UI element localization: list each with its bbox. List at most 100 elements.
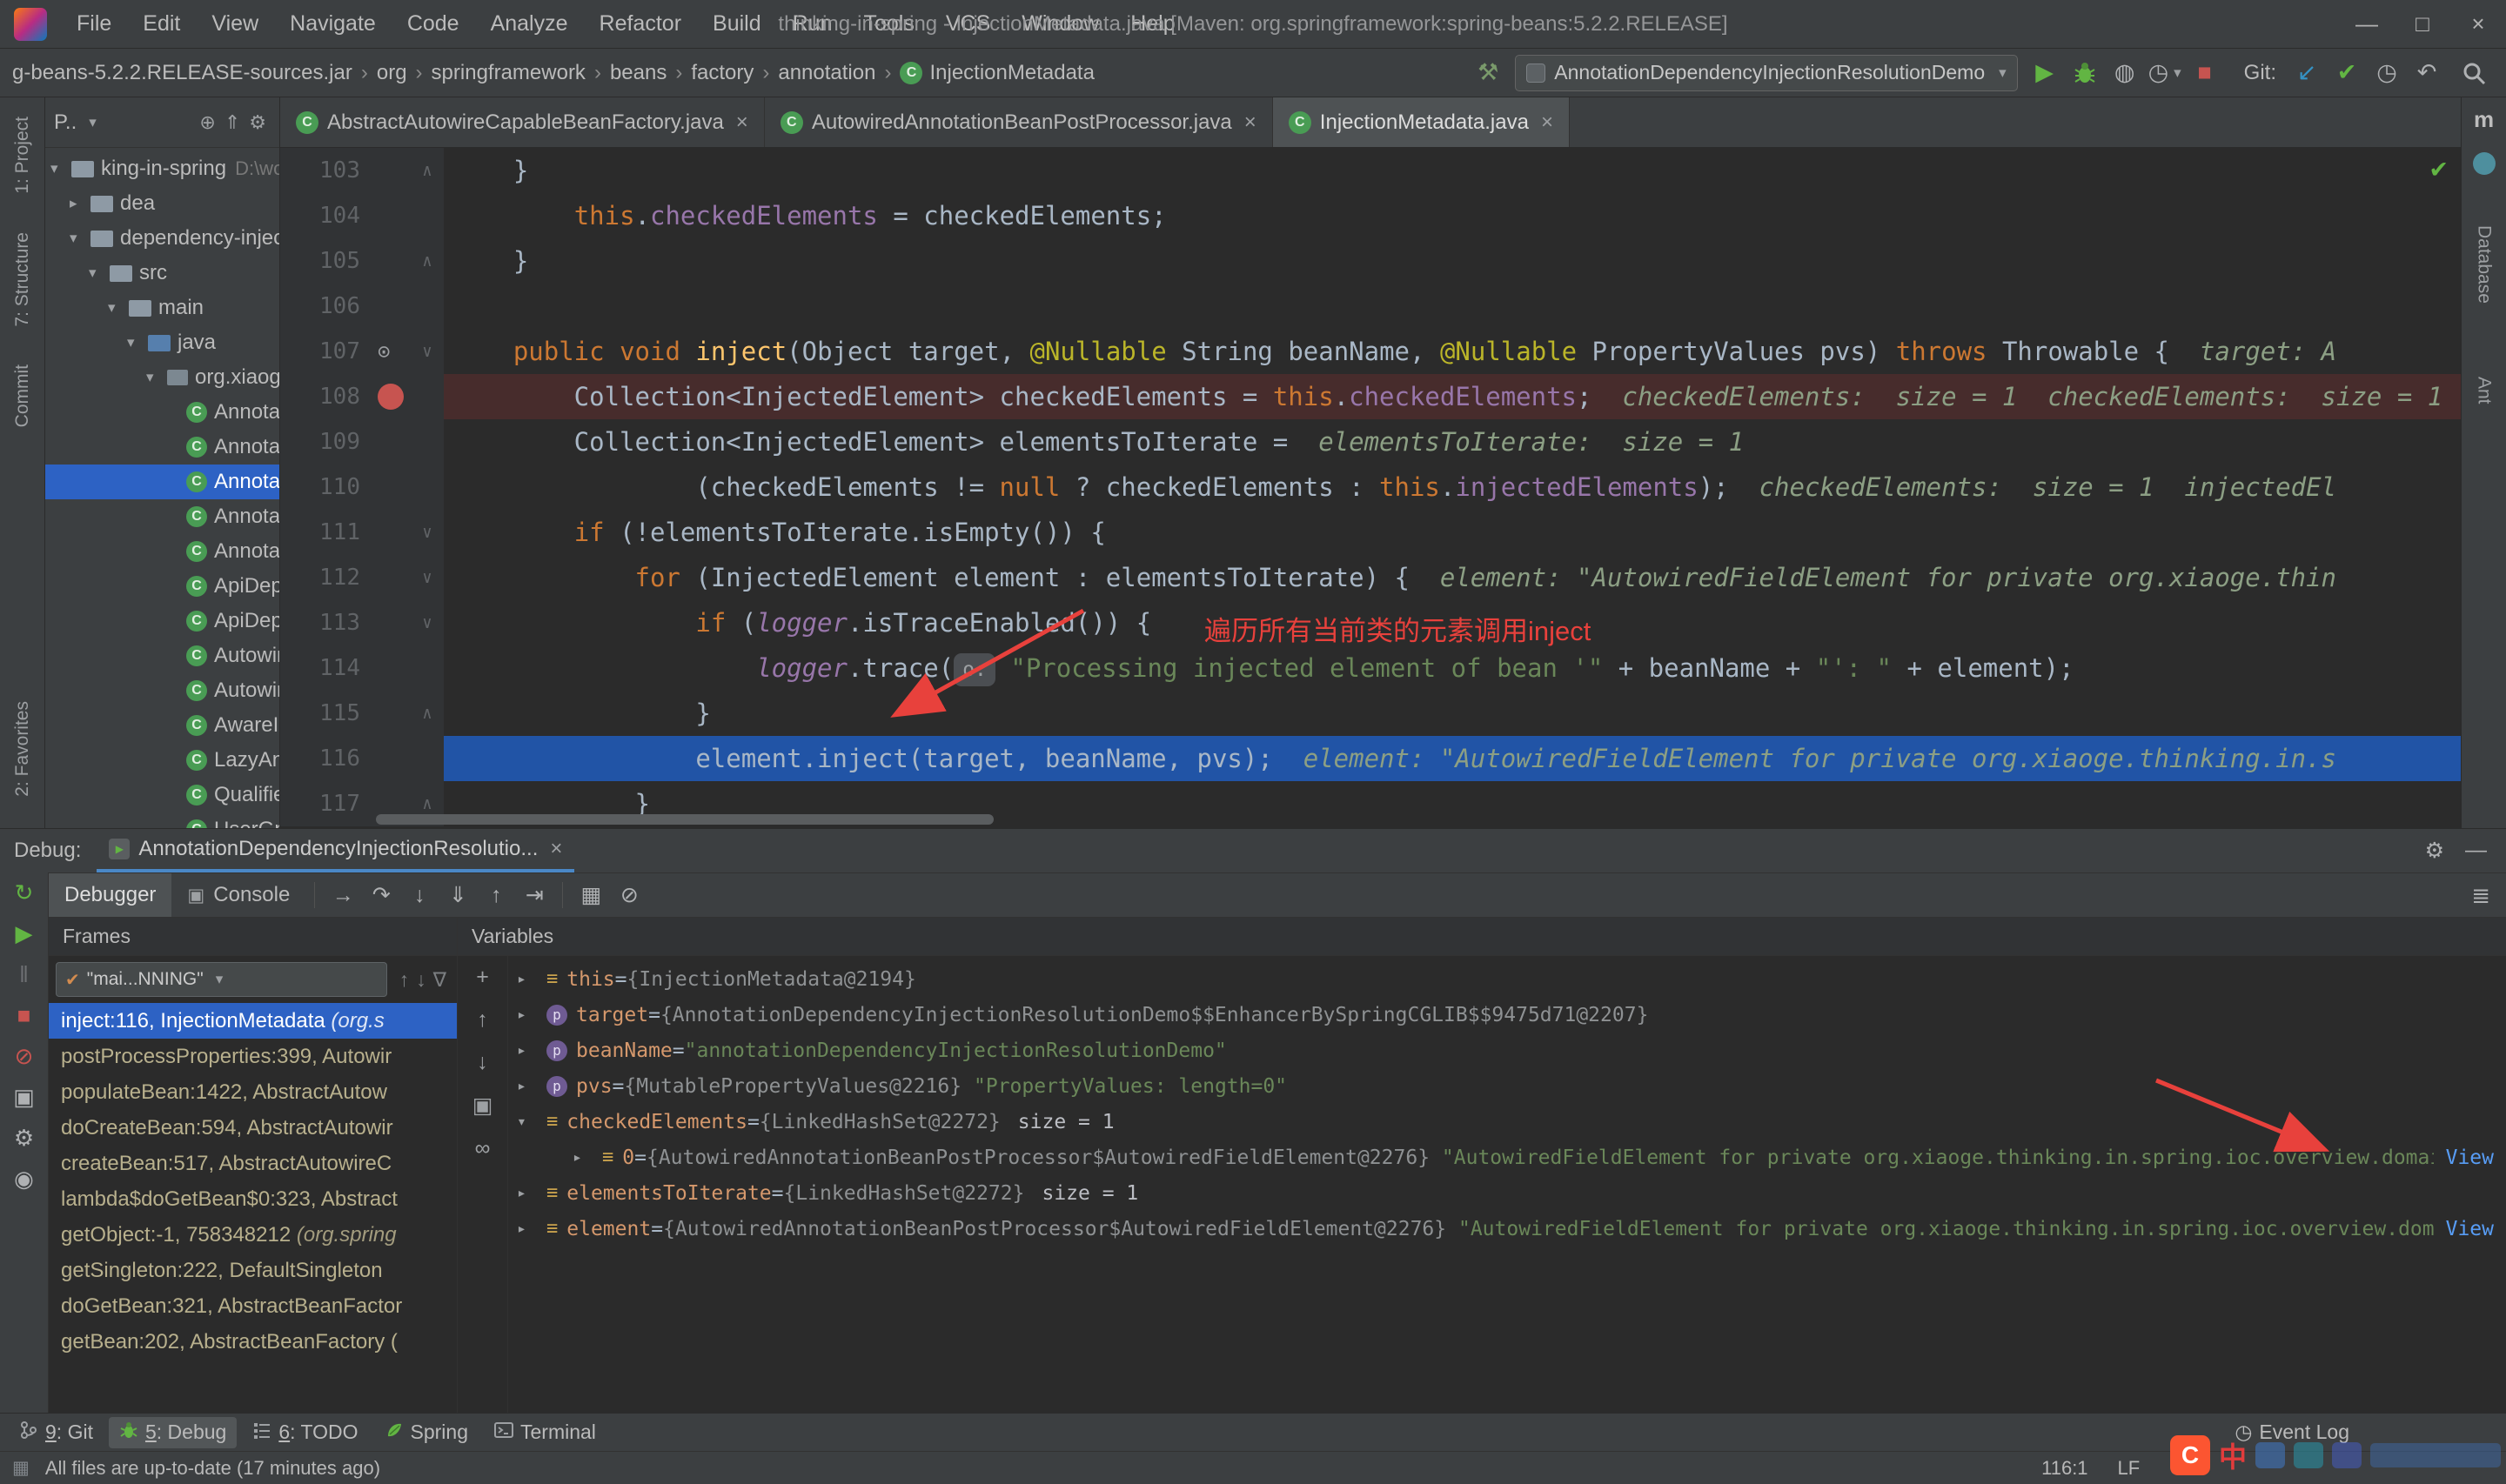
- menu-item-analyze[interactable]: Analyze: [475, 0, 584, 48]
- tree-item-qualifier[interactable]: CQualifier: [45, 778, 279, 812]
- gutter-icon-area[interactable]: [371, 736, 411, 781]
- minimize-button[interactable]: —: [2339, 10, 2395, 37]
- view-link[interactable]: View: [2434, 1218, 2506, 1240]
- tab-abstractautowirecapablebeanfactory-java[interactable]: CAbstractAutowireCapableBeanFactory.java…: [280, 97, 765, 147]
- editor-line-109[interactable]: 109 Collection<InjectedElement> elements…: [280, 419, 2461, 465]
- toolwindow-switcher-icon[interactable]: ▦: [12, 1457, 30, 1479]
- resume-icon[interactable]: ▶: [16, 920, 33, 947]
- gear-icon[interactable]: ⚙: [245, 111, 271, 134]
- editor-line-104[interactable]: 104 this.checkedElements = checkedElemen…: [280, 193, 2461, 238]
- tool-button-ant[interactable]: Ant: [2474, 363, 2495, 418]
- tree-item-dependency-injection[interactable]: ▾dependency-injection: [45, 221, 279, 256]
- mute-breakpoints-icon[interactable]: ⊘: [15, 1043, 34, 1070]
- fold-marker-icon[interactable]: ∨: [411, 555, 444, 600]
- step-into-icon[interactable]: ↓: [400, 883, 439, 908]
- fold-marker-icon[interactable]: ∧: [411, 148, 444, 193]
- history-icon[interactable]: ◷: [2367, 54, 2407, 92]
- toggle-icon[interactable]: ▸: [517, 1184, 546, 1202]
- rollback-icon[interactable]: ↶: [2407, 54, 2447, 92]
- editor-line-116[interactable]: 116 element.inject(target, beanName, pvs…: [280, 736, 2461, 781]
- variable-row-pvs[interactable]: ▸ppvs = {MutablePropertyValues@2216} "Pr…: [508, 1068, 2506, 1104]
- step-over-icon[interactable]: ↷: [362, 882, 400, 908]
- project-panel-title[interactable]: P..: [54, 110, 77, 135]
- close-button[interactable]: ×: [2450, 10, 2506, 37]
- maven-tool-button[interactable]: m: [2474, 106, 2494, 133]
- tree-item-lazyann[interactable]: CLazyAnn: [45, 743, 279, 778]
- fold-marker-icon[interactable]: [411, 374, 444, 419]
- caret-position[interactable]: 116:1: [2041, 1457, 2087, 1480]
- editor[interactable]: 103∧ }104 this.checkedElements = checked…: [280, 148, 2461, 828]
- gutter-icon-area[interactable]: [371, 600, 411, 645]
- force-step-into-icon[interactable]: ⇓: [439, 882, 477, 908]
- editor-line-106[interactable]: 106: [280, 284, 2461, 329]
- arrow-down-icon[interactable]: ↓: [412, 968, 430, 992]
- tree-toggle-icon[interactable]: ▾: [50, 160, 71, 177]
- tree-item-autowiri[interactable]: CAutowiri: [45, 638, 279, 673]
- fold-marker-icon[interactable]: ∨: [411, 600, 444, 645]
- menu-item-refactor[interactable]: Refactor: [584, 0, 697, 48]
- breadcrumb-item-injectionmetadata[interactable]: CInjectionMetadata: [900, 61, 1094, 85]
- menu-item-code[interactable]: Code: [392, 0, 475, 48]
- breadcrumb-item-factory[interactable]: factory: [691, 61, 754, 85]
- editor-line-103[interactable]: 103∧ }: [280, 148, 2461, 193]
- toggle-icon[interactable]: ▸: [517, 1041, 546, 1060]
- menu-item-build[interactable]: Build: [697, 0, 777, 48]
- toggle-icon[interactable]: ▸: [573, 1148, 602, 1166]
- gutter-icon-area[interactable]: [371, 374, 411, 419]
- tree-item-apidepe[interactable]: CApiDepe: [45, 604, 279, 638]
- run-icon[interactable]: ▶: [2025, 54, 2065, 92]
- gutter-icon-area[interactable]: [371, 510, 411, 555]
- variable-row-0[interactable]: ▸≡0 = {AutowiredAnnotationBeanPostProces…: [508, 1140, 2506, 1175]
- tool-button-commit[interactable]: Commit: [12, 351, 33, 441]
- fold-marker-icon[interactable]: [411, 465, 444, 510]
- inspections-ok-icon[interactable]: ✔: [2429, 157, 2449, 184]
- toggle-icon[interactable]: ▾: [517, 1113, 546, 1131]
- tree-item-annotati[interactable]: CAnnotati: [45, 534, 279, 569]
- tree-item-king-in-spring[interactable]: ▾king-in-springD:\wor: [45, 151, 279, 186]
- breadcrumb-item-annotation[interactable]: annotation: [778, 61, 875, 85]
- tree-item-usergro[interactable]: CUserGro: [45, 812, 279, 828]
- fold-marker-icon[interactable]: [411, 736, 444, 781]
- toolwindow-spring[interactable]: Spring: [374, 1417, 479, 1448]
- frame-row[interactable]: populateBean:1422, AbstractAutow: [49, 1074, 457, 1110]
- frame-row[interactable]: postProcessProperties:399, Autowir: [49, 1039, 457, 1074]
- layout-settings-icon[interactable]: ≣: [2471, 882, 2506, 909]
- chevron-down-icon[interactable]: ▾: [89, 114, 97, 131]
- tool-button-2-favorites[interactable]: 2: Favorites: [12, 687, 33, 811]
- editor-line-114[interactable]: 114 logger.trace(o: "Processing injected…: [280, 645, 2461, 691]
- gutter-icon-area[interactable]: [371, 238, 411, 284]
- build-hammer-icon[interactable]: ⚒: [1468, 54, 1508, 92]
- breadcrumb-item-springframework[interactable]: springframework: [432, 61, 586, 85]
- tree-toggle-icon[interactable]: ▾: [70, 230, 90, 247]
- editor-line-115[interactable]: 115∧ }: [280, 691, 2461, 736]
- tree-item-annotati[interactable]: CAnnotati: [45, 430, 279, 465]
- gutter-icon-area[interactable]: [371, 555, 411, 600]
- fold-marker-icon[interactable]: [411, 284, 444, 329]
- close-icon[interactable]: ×: [550, 837, 562, 861]
- menu-item-navigate[interactable]: Navigate: [274, 0, 392, 48]
- update-project-icon[interactable]: ↙: [2287, 54, 2327, 92]
- horizontal-scrollbar[interactable]: [376, 814, 994, 825]
- tree-item-src[interactable]: ▾src: [45, 256, 279, 291]
- fold-marker-icon[interactable]: ∨: [411, 329, 444, 374]
- frame-row[interactable]: getObject:-1, 758348212 (org.spring: [49, 1217, 457, 1253]
- mute-breakpoints-icon[interactable]: ⊘: [610, 882, 648, 908]
- close-tab-icon[interactable]: ×: [1244, 110, 1256, 135]
- tool-button-7-structure[interactable]: 7: Structure: [12, 218, 33, 341]
- camera-icon[interactable]: ▣: [13, 1084, 35, 1111]
- override-marker-icon[interactable]: ⊙: [378, 329, 390, 374]
- toggle-icon[interactable]: ▸: [517, 970, 546, 988]
- fold-marker-icon[interactable]: [411, 419, 444, 465]
- gutter-icon-area[interactable]: [371, 193, 411, 238]
- gutter-icon-area[interactable]: [371, 691, 411, 736]
- search-everywhere-icon[interactable]: [2454, 54, 2494, 92]
- tool-button-database[interactable]: Database: [2474, 211, 2495, 318]
- commit-icon[interactable]: ✔: [2327, 54, 2367, 92]
- line-separator[interactable]: LF: [2118, 1457, 2141, 1480]
- maximize-button[interactable]: □: [2395, 10, 2450, 37]
- editor-line-108[interactable]: 108 Collection<InjectedElement> checkedE…: [280, 374, 2461, 419]
- breadcrumb-item-g-beans-5-2-2-release-sources-jar[interactable]: g-beans-5.2.2.RELEASE-sources.jar: [12, 61, 352, 85]
- toggle-icon[interactable]: ▸: [517, 1077, 546, 1095]
- tree-toggle-icon[interactable]: ▸: [70, 195, 90, 212]
- close-tab-icon[interactable]: ×: [1541, 110, 1553, 135]
